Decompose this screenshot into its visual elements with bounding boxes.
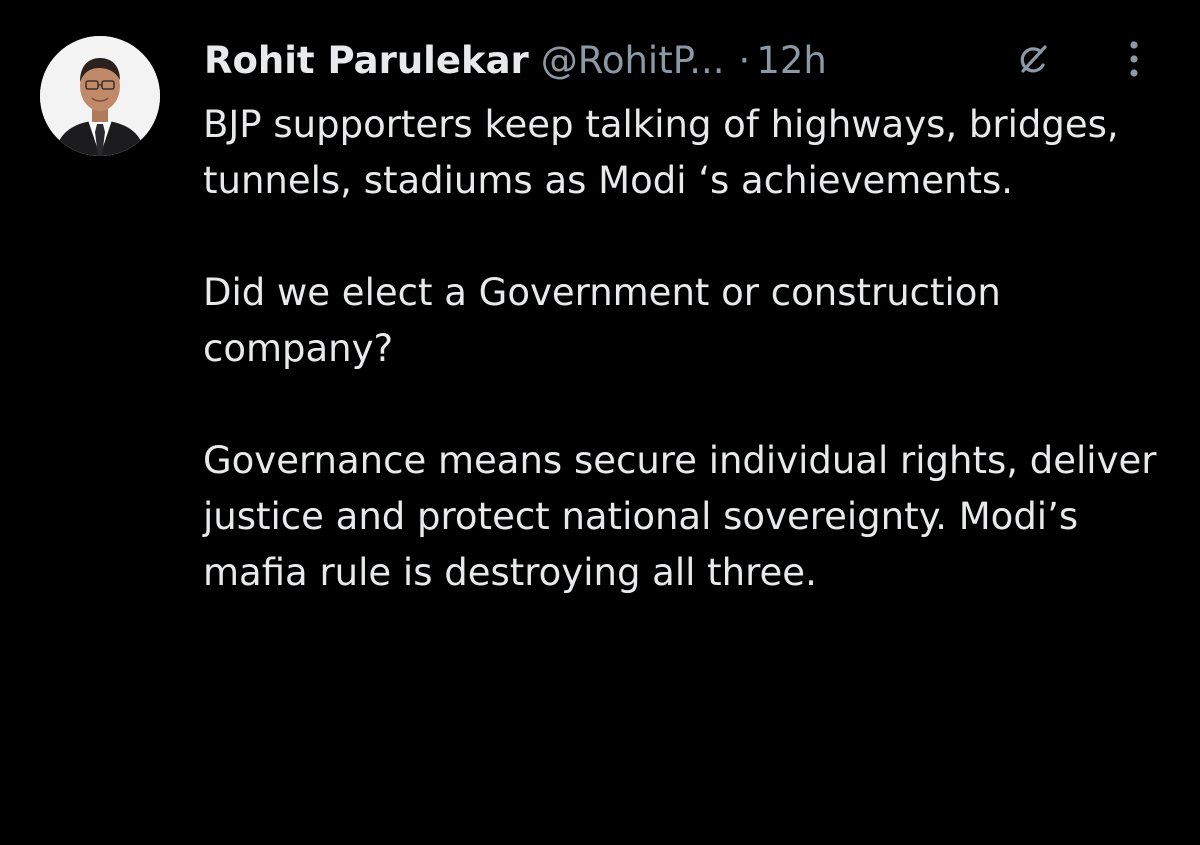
more-options-icon[interactable] <box>1120 36 1148 82</box>
tweet-paragraph-1: BJP supporters keep talking of highways,… <box>203 103 1119 202</box>
tweet-paragraph-2: Did we elect a Government or constructio… <box>203 271 1001 370</box>
tweet-timestamp[interactable]: 12h <box>756 39 827 82</box>
author-handle[interactable]: @RohitP... <box>541 39 725 82</box>
header-separator: · <box>738 38 751 82</box>
tweet-paragraph-3: Governance means secure individual right… <box>203 439 1157 594</box>
author-avatar[interactable] <box>40 36 160 156</box>
grok-icon[interactable] <box>1012 40 1052 80</box>
tweet-text: BJP supporters keep talking of highways,… <box>203 97 1183 601</box>
author-display-name[interactable]: Rohit Parulekar <box>204 39 529 82</box>
avatar-photo-icon <box>40 36 160 156</box>
tweet[interactable]: Rohit Parulekar @RohitP... · 12h BJP sup… <box>0 0 1200 845</box>
tweet-header: Rohit Parulekar @RohitP... · 12h <box>204 30 827 90</box>
